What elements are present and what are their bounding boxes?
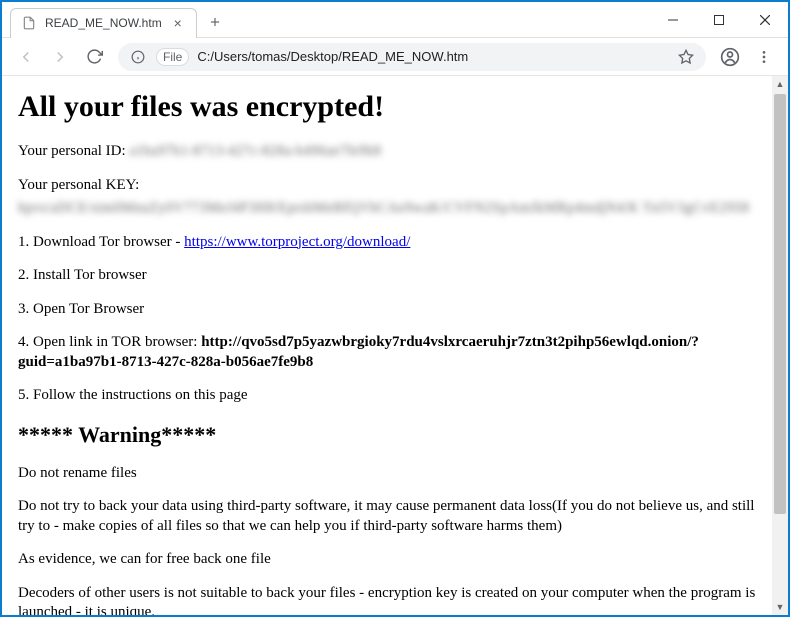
url-text[interactable]: C:/Users/tomas/Desktop/READ_ME_NOW.htm <box>197 49 668 64</box>
step-1-prefix: 1. Download Tor browser - <box>18 234 184 250</box>
page-title: All your files was encrypted! <box>18 90 772 124</box>
step-4-prefix: 4. Open link in TOR browser: <box>18 334 201 350</box>
toolbar: File C:/Users/tomas/Desktop/READ_ME_NOW.… <box>2 38 788 76</box>
personal-key-value: hpvs/aDCE/sim0MnuZy0V773MeJ4P3H8/EprsbMe… <box>18 199 772 219</box>
new-tab-button[interactable] <box>201 8 229 36</box>
personal-id-label: Your personal ID: <box>18 143 129 159</box>
warning-4: Decoders of other users is not suitable … <box>18 584 772 616</box>
file-chip: File <box>156 48 189 66</box>
titlebar: READ_ME_NOW.htm × <box>2 2 788 38</box>
file-chip-label: File <box>163 50 182 64</box>
file-icon <box>21 15 37 31</box>
window-controls <box>650 2 788 37</box>
browser-tab[interactable]: READ_ME_NOW.htm × <box>10 8 197 38</box>
warning-heading: ***** Warning***** <box>18 422 772 448</box>
scroll-up-icon[interactable]: ▲ <box>772 76 788 92</box>
close-window-button[interactable] <box>742 2 788 38</box>
personal-id-line: Your personal ID: a1ba97b1-8713-427c-828… <box>18 142 772 162</box>
step-1: 1. Download Tor browser - https://www.to… <box>18 233 772 253</box>
profile-button[interactable] <box>714 41 746 73</box>
scrollbar-thumb[interactable] <box>774 94 786 514</box>
warning-3: As evidence, we can for free back one fi… <box>18 550 772 570</box>
menu-button[interactable] <box>748 41 780 73</box>
warning-2: Do not try to back your data using third… <box>18 497 772 536</box>
step-5: 5. Follow the instructions on this page <box>18 386 772 406</box>
close-tab-icon[interactable]: × <box>170 15 186 31</box>
bookmark-icon[interactable] <box>676 49 696 65</box>
step-3: 3. Open Tor Browser <box>18 300 772 320</box>
tabs-strip: READ_ME_NOW.htm × <box>2 2 650 37</box>
site-info-icon[interactable] <box>128 50 148 64</box>
back-button[interactable] <box>10 41 42 73</box>
step-4: 4. Open link in TOR browser: http://qvo5… <box>18 333 772 372</box>
page-content: All your files was encrypted! Your perso… <box>2 76 788 615</box>
scroll-down-icon[interactable]: ▼ <box>772 599 788 615</box>
personal-key-label: Your personal KEY: <box>18 176 772 196</box>
step-2: 2. Install Tor browser <box>18 266 772 286</box>
reload-button[interactable] <box>78 41 110 73</box>
tab-title: READ_ME_NOW.htm <box>45 16 162 30</box>
warning-1: Do not rename files <box>18 464 772 484</box>
minimize-button[interactable] <box>650 2 696 38</box>
address-bar[interactable]: File C:/Users/tomas/Desktop/READ_ME_NOW.… <box>118 43 706 71</box>
personal-id-value: a1ba97b1-8713-427c-828a-b496ae7fe9b8 <box>129 143 381 159</box>
vertical-scrollbar[interactable]: ▲ ▼ <box>772 76 788 615</box>
tor-download-link[interactable]: https://www.torproject.org/download/ <box>184 234 410 250</box>
maximize-button[interactable] <box>696 2 742 38</box>
forward-button[interactable] <box>44 41 76 73</box>
browser-window: READ_ME_NOW.htm × <box>2 2 788 615</box>
